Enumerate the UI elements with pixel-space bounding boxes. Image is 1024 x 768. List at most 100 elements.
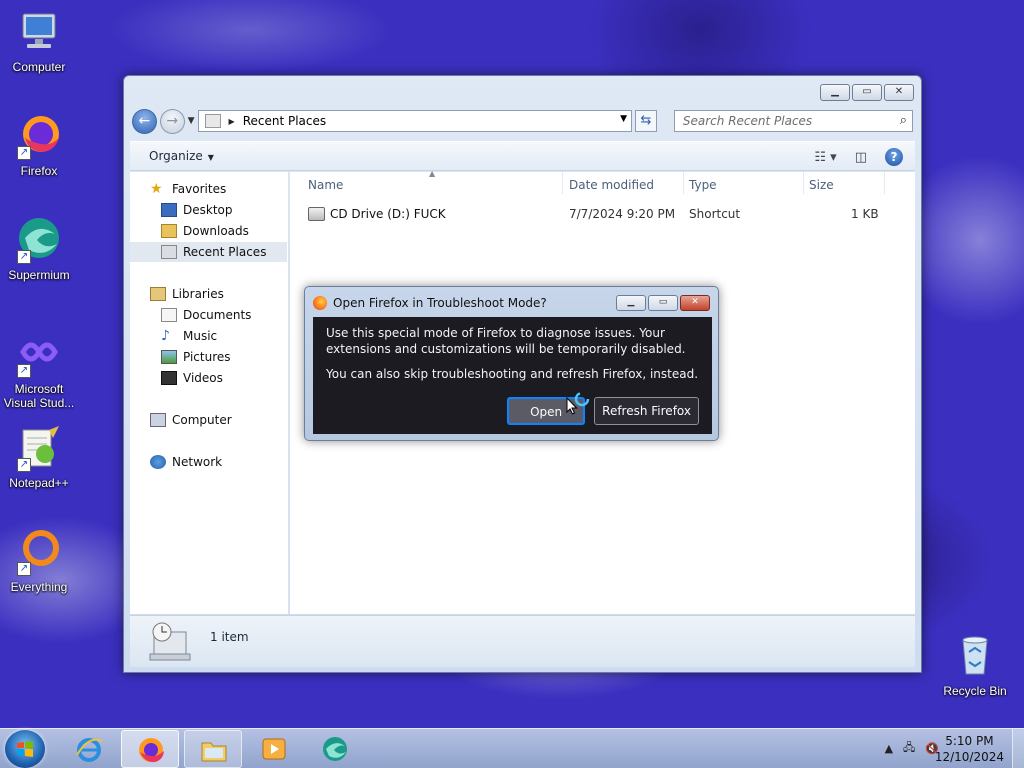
maximize-button[interactable]: ▭ (648, 295, 678, 311)
nav-downloads[interactable]: Downloads (130, 221, 287, 241)
taskbar-media-player[interactable] (245, 730, 303, 768)
nav-documents[interactable]: Documents (130, 305, 287, 325)
search-icon[interactable]: ⌕ (900, 113, 907, 128)
column-header-name[interactable]: Name (308, 178, 343, 192)
dialog-message: Use this special mode of Firefox to diag… (326, 326, 686, 356)
desktop-icon-recycle-bin[interactable]: Recycle Bin (936, 632, 1014, 698)
dialog-title: Open Firefox in Troubleshoot Mode? (333, 296, 547, 310)
folder-icon (201, 742, 227, 762)
file-date: 7/7/2024 9:20 PM (569, 207, 676, 221)
network-icon (150, 455, 166, 469)
close-button[interactable]: ✕ (680, 295, 710, 311)
desktop-icon-notepadpp[interactable]: ↗ Notepad++ (0, 424, 78, 490)
nav-label: Libraries (172, 287, 224, 301)
recent-pages-dropdown-icon[interactable]: ▼ (188, 116, 195, 126)
column-divider[interactable] (562, 172, 563, 194)
navigation-pane: ★ Favorites Desktop Downloads Recent Pla… (130, 172, 289, 614)
nav-favorites[interactable]: ★ Favorites (130, 179, 287, 199)
internet-explorer-icon (76, 738, 103, 762)
supermium-icon (323, 737, 347, 761)
nav-label: Computer (172, 413, 232, 427)
back-button[interactable]: ← (132, 108, 157, 134)
nav-videos[interactable]: Videos (130, 368, 287, 388)
nav-libraries[interactable]: Libraries (130, 284, 287, 304)
desktop-icon-label: Supermium (8, 268, 70, 282)
shortcut-arrow-icon: ↗ (17, 146, 31, 160)
column-header-size[interactable]: Size (809, 178, 834, 192)
firefox-icon: ↗ (15, 112, 63, 160)
minimize-button[interactable]: ▁ (820, 84, 850, 101)
desktop-icon-computer[interactable]: Computer (0, 8, 78, 74)
desktop-icon-label: Everything (10, 580, 68, 594)
nav-music[interactable]: ♪ Music (130, 326, 287, 346)
nav-label: Videos (183, 371, 223, 385)
column-divider[interactable] (803, 172, 804, 194)
address-bar[interactable]: ▶ Recent Places ▼ (197, 110, 633, 132)
busy-spinner-icon (574, 391, 590, 407)
clock[interactable]: 5:10 PM 12/10/2024 (935, 733, 1004, 765)
nav-label: Network (172, 455, 223, 469)
computer-icon (15, 8, 63, 56)
refresh-firefox-button[interactable]: Refresh Firefox (594, 397, 699, 425)
desktop-folder-icon (161, 203, 177, 217)
network-icon[interactable]: 🖧 (903, 739, 915, 758)
search-input[interactable]: Search Recent Places ⌕ (673, 110, 914, 132)
address-row: ← → ▼ ▶ Recent Places ▼ ⇆ Search Recent … (132, 108, 914, 134)
breadcrumb-separator-icon[interactable]: ▶ (229, 117, 235, 126)
desktop-icon-supermium[interactable]: ↗ Supermium (0, 216, 78, 282)
media-player-icon (262, 738, 286, 760)
shortcut-arrow-icon: ↗ (17, 364, 31, 378)
desktop-icon-everything[interactable]: ↗ Everything (0, 528, 78, 594)
nav-label: Desktop (183, 203, 233, 217)
address-dropdown-icon[interactable]: ▼ (620, 114, 627, 124)
star-icon: ★ (150, 181, 163, 197)
show-desktop-button[interactable] (1012, 729, 1024, 768)
taskbar-windows-explorer[interactable] (184, 730, 242, 768)
forward-button[interactable]: → (159, 108, 185, 134)
desktop-icon-label: Computer (12, 60, 66, 74)
maximize-button[interactable]: ▭ (852, 84, 882, 101)
nav-network[interactable]: Network (130, 452, 287, 472)
show-hidden-icons-icon[interactable]: ▲ (885, 742, 893, 755)
window-controls: ▁ ▭ ✕ (820, 84, 914, 101)
shortcut-arrow-icon: ↗ (17, 458, 31, 472)
close-button[interactable]: ✕ (884, 84, 914, 101)
change-view-icon[interactable]: ☷ ▾ (814, 150, 836, 165)
help-icon[interactable]: ? (885, 148, 903, 166)
nav-computer[interactable]: Computer (130, 410, 287, 430)
taskbar-supermium[interactable] (306, 730, 364, 768)
notepadpp-icon: ↗ (15, 424, 63, 472)
column-divider[interactable] (683, 172, 684, 194)
file-name-cell[interactable]: CD Drive (D:) FUCK (308, 207, 446, 221)
refresh-button[interactable]: ⇆ (635, 110, 657, 132)
cd-drive-shortcut-icon (308, 207, 325, 221)
pictures-icon (161, 350, 177, 364)
column-header-type[interactable]: Type (689, 178, 717, 192)
documents-icon (161, 308, 177, 322)
minimize-button[interactable]: ▁ (616, 295, 646, 311)
file-name: CD Drive (D:) FUCK (330, 207, 446, 221)
downloads-folder-icon (161, 224, 177, 238)
organize-button[interactable]: Organize ▼ (149, 149, 214, 163)
desktop-icon-visual-studio[interactable]: ↗ Microsoft Visual Stud... (0, 330, 78, 410)
nav-pictures[interactable]: Pictures (130, 347, 287, 367)
taskbar-firefox[interactable] (121, 730, 179, 768)
column-divider[interactable] (884, 172, 885, 194)
nav-desktop[interactable]: Desktop (130, 200, 287, 220)
firefox-icon (139, 738, 164, 763)
desktop-icon-label: Notepad++ (9, 476, 69, 490)
system-tray: ▲ 🖧 🔇 (885, 739, 939, 758)
desktop-icon-label: Firefox (20, 164, 58, 178)
taskbar-internet-explorer[interactable] (60, 730, 118, 768)
music-icon: ♪ (161, 328, 170, 344)
nav-recent-places[interactable]: Recent Places (130, 242, 287, 262)
clock-date: 12/10/2024 (934, 750, 1004, 764)
breadcrumb-recent-places[interactable]: Recent Places (243, 114, 326, 128)
everything-icon: ↗ (15, 528, 63, 576)
preview-pane-icon[interactable]: ◫ (855, 150, 867, 165)
desktop-icon-firefox[interactable]: ↗ Firefox (0, 112, 78, 178)
shortcut-arrow-icon: ↗ (17, 562, 31, 576)
sort-ascending-icon: ▲ (429, 169, 436, 178)
start-button[interactable] (5, 730, 45, 768)
column-header-date-modified[interactable]: Date modified (569, 178, 654, 192)
